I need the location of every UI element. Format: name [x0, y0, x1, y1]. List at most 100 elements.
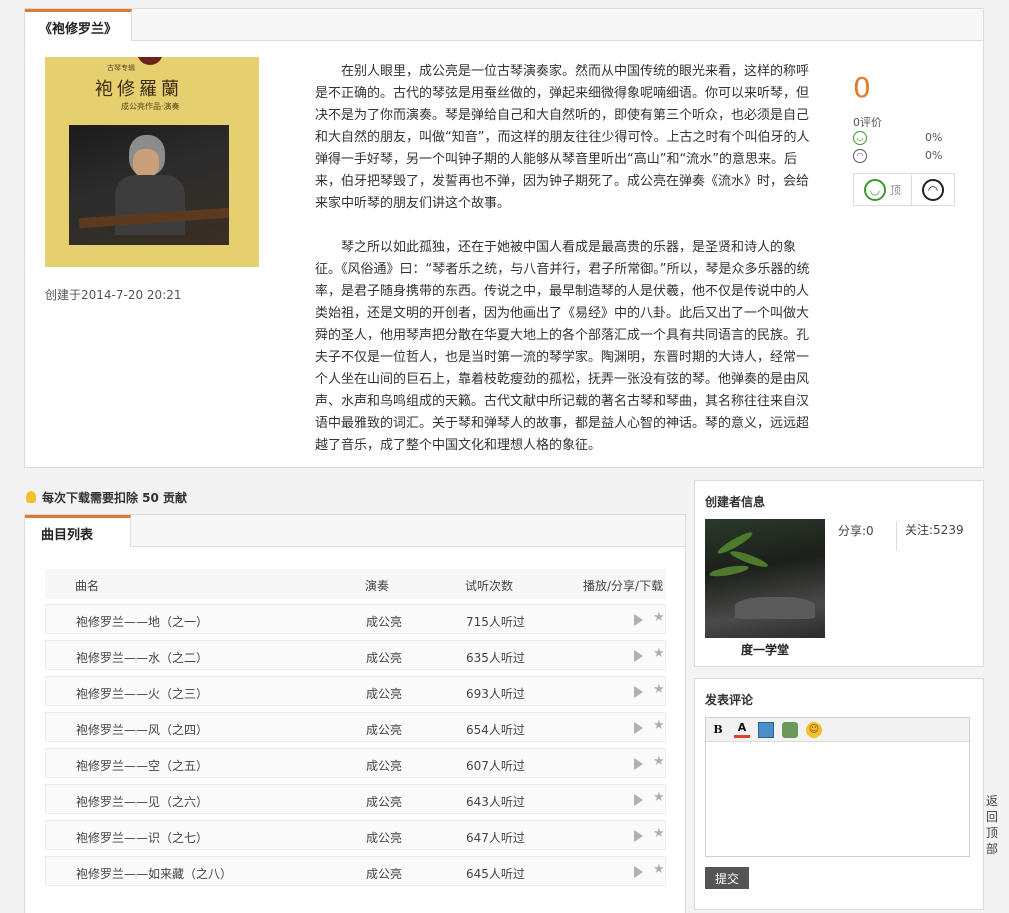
track-name[interactable]: 袍修罗兰——风（之四）	[76, 721, 208, 738]
header-ops: 播放/分享/下载	[583, 579, 664, 593]
smile-icon: ◡	[864, 178, 886, 201]
play-icon[interactable]	[634, 614, 643, 626]
play-icon[interactable]	[634, 686, 643, 698]
track-row[interactable]: 袍修罗兰——水（之二） 成公亮 635人听过 ★	[45, 640, 666, 670]
album-cover: 古琴专辑 袍修羅蘭 成公亮作品·演奏	[45, 57, 259, 267]
star-icon[interactable]: ★	[653, 862, 665, 877]
comment-editor: B A ☺	[705, 717, 970, 857]
tracks-header: 曲名 演奏 试听次数 播放/分享/下载	[45, 569, 666, 599]
track-name[interactable]: 袍修罗兰——见（之六）	[76, 793, 208, 810]
star-icon[interactable]: ★	[653, 610, 665, 625]
play-icon[interactable]	[634, 650, 643, 662]
cover-small-text: 古琴专辑	[107, 64, 135, 72]
frown-icon: ◠	[853, 149, 867, 163]
track-row[interactable]: 袍修罗兰——见（之六） 成公亮 643人听过 ★	[45, 784, 666, 814]
track-plays: 647人听过	[466, 831, 525, 845]
back-to-top-link[interactable]: 返回顶部	[986, 793, 1009, 857]
track-artist: 成公亮	[366, 651, 403, 665]
track-artist: 成公亮	[366, 615, 403, 629]
album-tabbar: 《袍修罗兰》	[25, 9, 983, 41]
rating-count: 0评价	[853, 116, 882, 129]
header-name: 曲名	[75, 579, 100, 593]
teapot-shape	[735, 597, 815, 619]
star-icon[interactable]: ★	[653, 826, 665, 841]
header-plays: 试听次数	[465, 579, 514, 593]
leaf-shape	[708, 563, 750, 579]
description-paragraph: 在别人眼里，成公亮是一位古琴演奏家。然而从中国传统的眼光来看，这样的称呼是不正确…	[315, 64, 810, 211]
play-icon[interactable]	[634, 722, 643, 734]
description-paragraph: 琴之所以如此孤独，还在于她被中国人看成是最高贵的乐器，是圣贤和诗人的象征。《风俗…	[315, 240, 810, 453]
track-name[interactable]: 袍修罗兰——地（之一）	[76, 613, 208, 630]
editor-toolbar: B A ☺	[706, 718, 969, 742]
star-icon[interactable]: ★	[653, 790, 665, 805]
track-artist: 成公亮	[366, 831, 403, 845]
cover-title: 袍修羅蘭	[95, 79, 183, 100]
track-plays: 654人听过	[466, 723, 525, 737]
media-icon[interactable]	[782, 722, 798, 738]
bold-icon[interactable]: B	[710, 722, 726, 738]
track-artist: 成公亮	[366, 687, 403, 701]
play-icon[interactable]	[634, 866, 643, 878]
tracks-tab[interactable]: 曲目列表	[25, 515, 131, 547]
track-artist: 成公亮	[366, 795, 403, 809]
track-row[interactable]: 袍修罗兰——如来藏（之八） 成公亮 645人听过 ★	[45, 856, 666, 886]
vote-down-button[interactable]: ◠	[912, 174, 954, 205]
negative-rating-row: ◠ 0%	[853, 148, 953, 164]
track-plays: 693人听过	[466, 687, 525, 701]
track-row[interactable]: 袍修罗兰——风（之四） 成公亮 654人听过 ★	[45, 712, 666, 742]
creator-heading: 创建者信息	[705, 495, 766, 509]
track-row[interactable]: 袍修罗兰——火（之三） 成公亮 693人听过 ★	[45, 676, 666, 706]
performer-face	[133, 149, 159, 177]
font-color-icon[interactable]: A	[734, 722, 750, 738]
track-name[interactable]: 袍修罗兰——识（之七）	[76, 829, 208, 846]
album-panel: 《袍修罗兰》 古琴专辑 袍修羅蘭 成公亮作品·演奏 创建于2014-7-20 2…	[24, 8, 984, 468]
comment-input[interactable]	[706, 742, 969, 856]
play-icon[interactable]	[634, 758, 643, 770]
header-artist: 演奏	[365, 579, 390, 593]
creator-name[interactable]: 度一学堂	[705, 641, 825, 658]
play-icon[interactable]	[634, 794, 643, 806]
track-plays: 645人听过	[466, 867, 525, 881]
track-plays: 607人听过	[466, 759, 525, 773]
negative-percent: 0%	[925, 149, 943, 162]
positive-rating-row: ◡ 0%	[853, 130, 953, 146]
performer-body	[115, 175, 185, 235]
comment-heading: 发表评论	[705, 693, 754, 707]
avatar[interactable]	[705, 519, 825, 638]
album-tab[interactable]: 《袍修罗兰》	[25, 9, 132, 41]
star-icon[interactable]: ★	[653, 754, 665, 769]
track-plays: 635人听过	[466, 651, 525, 665]
star-icon[interactable]: ★	[653, 718, 665, 733]
smile-icon: ◡	[853, 131, 867, 145]
track-row[interactable]: 袍修罗兰——空（之五） 成公亮 607人听过 ★	[45, 748, 666, 778]
track-row[interactable]: 袍修罗兰——识（之七） 成公亮 647人听过 ★	[45, 820, 666, 850]
bulb-icon	[26, 491, 36, 503]
emoji-icon[interactable]: ☺	[806, 722, 822, 738]
frown-icon: ◠	[922, 178, 944, 201]
play-icon[interactable]	[634, 830, 643, 842]
star-icon[interactable]: ★	[653, 646, 665, 661]
track-plays: 643人听过	[466, 795, 525, 809]
rating-score: 0	[853, 71, 871, 104]
vote-up-button[interactable]: ◡ 顶	[854, 174, 912, 205]
comment-panel: 发表评论 B A ☺ 提交	[694, 678, 984, 910]
divider	[896, 521, 897, 551]
creator-panel: 创建者信息 度一学堂 分享:0 关注:5239	[694, 480, 984, 667]
track-name[interactable]: 袍修罗兰——空（之五）	[76, 757, 208, 774]
vote-box: ◡ 顶 ◠	[853, 173, 955, 206]
submit-button[interactable]: 提交	[705, 867, 749, 889]
image-icon[interactable]	[758, 722, 774, 738]
track-name[interactable]: 袍修罗兰——水（之二）	[76, 649, 208, 666]
star-icon[interactable]: ★	[653, 682, 665, 697]
vote-up-label: 顶	[890, 183, 901, 197]
album-description: 在别人眼里，成公亮是一位古琴演奏家。然而从中国传统的眼光来看，这样的称呼是不正确…	[315, 61, 815, 457]
track-name[interactable]: 袍修罗兰——火（之三）	[76, 685, 208, 702]
track-artist: 成公亮	[366, 867, 403, 881]
track-name[interactable]: 袍修罗兰——如来藏（之八）	[76, 865, 232, 882]
track-artist: 成公亮	[366, 723, 403, 737]
tracks-tabbar: 曲目列表	[25, 515, 685, 547]
track-row[interactable]: 袍修罗兰——地（之一） 成公亮 715人听过 ★	[45, 604, 666, 634]
positive-percent: 0%	[925, 131, 943, 144]
cover-subtitle: 成公亮作品·演奏	[121, 102, 180, 111]
cover-photo	[69, 125, 230, 245]
